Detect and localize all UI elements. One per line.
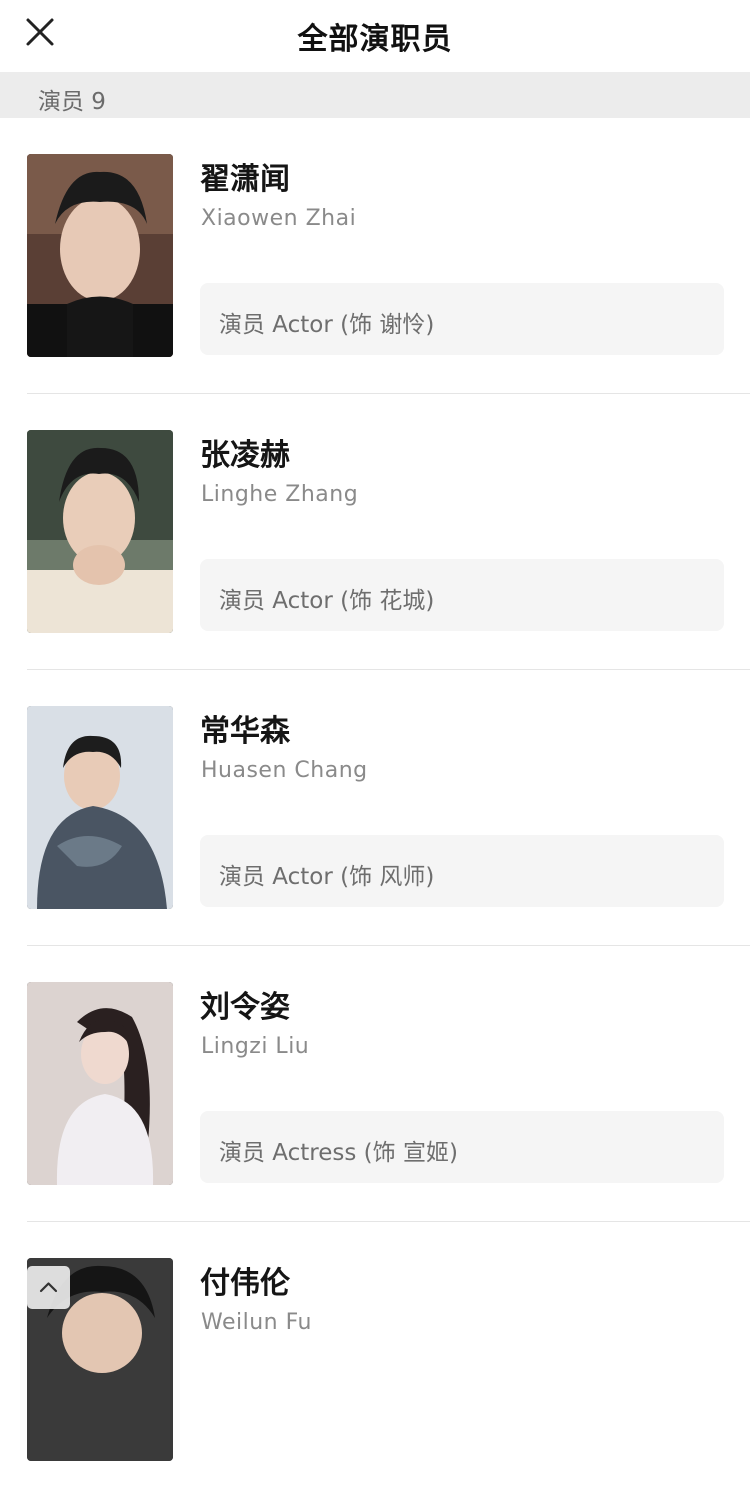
scroll-to-top-button[interactable]: [27, 1266, 70, 1309]
role-text: 演员 Actor (饰 花城): [219, 588, 435, 614]
cast-english-name: Lingzi Liu: [201, 1034, 310, 1059]
cast-item[interactable]: 翟潇闻 Xiaowen Zhai 演员 Actor (饰 谢怜): [0, 118, 750, 394]
cast-item[interactable]: 刘令姿 Lingzi Liu 演员 Actress (饰 宣姬): [0, 946, 750, 1222]
role-tag: 演员 Actress (饰 宣姬): [200, 1111, 724, 1183]
chevron-up-icon: [39, 1282, 58, 1293]
cast-english-name: Weilun Fu: [201, 1310, 312, 1335]
cast-name: 刘令姿: [200, 990, 290, 1025]
cast-photo[interactable]: [27, 430, 173, 633]
role-text: 演员 Actor (饰 谢怜): [219, 312, 435, 338]
cast-name: 翟潇闻: [200, 162, 290, 197]
cast-list: 翟潇闻 Xiaowen Zhai 演员 Actor (饰 谢怜) 张凌赫 Lin…: [0, 118, 750, 1498]
section-header: 演员 9: [0, 72, 750, 118]
role-tag: 演员 Actor (饰 风师): [200, 835, 724, 907]
role-tag: 演员 Actor (饰 花城): [200, 559, 724, 631]
cast-item[interactable]: 常华森 Huasen Chang 演员 Actor (饰 风师): [0, 670, 750, 946]
role-text: 演员 Actress (饰 宣姬): [219, 1140, 458, 1166]
section-label: 演员 9: [38, 89, 106, 115]
role-tag: 演员 Actor (饰 谢怜): [200, 283, 724, 355]
cast-photo[interactable]: [27, 154, 173, 357]
cast-name: 常华森: [200, 714, 290, 749]
page-title: 全部演职员: [297, 22, 453, 57]
cast-item[interactable]: 付伟伦 Weilun Fu: [0, 1222, 750, 1498]
cast-name: 付伟伦: [200, 1266, 290, 1301]
cast-item[interactable]: 张凌赫 Linghe Zhang 演员 Actor (饰 花城): [0, 394, 750, 670]
cast-photo[interactable]: [27, 706, 173, 909]
cast-english-name: Huasen Chang: [201, 758, 368, 783]
cast-english-name: Xiaowen Zhai: [201, 206, 357, 231]
cast-photo[interactable]: [27, 982, 173, 1185]
role-text: 演员 Actor (饰 风师): [219, 864, 435, 890]
cast-english-name: Linghe Zhang: [201, 482, 359, 507]
top-bar: 全部演职员: [0, 0, 750, 72]
cast-name: 张凌赫: [200, 438, 290, 473]
